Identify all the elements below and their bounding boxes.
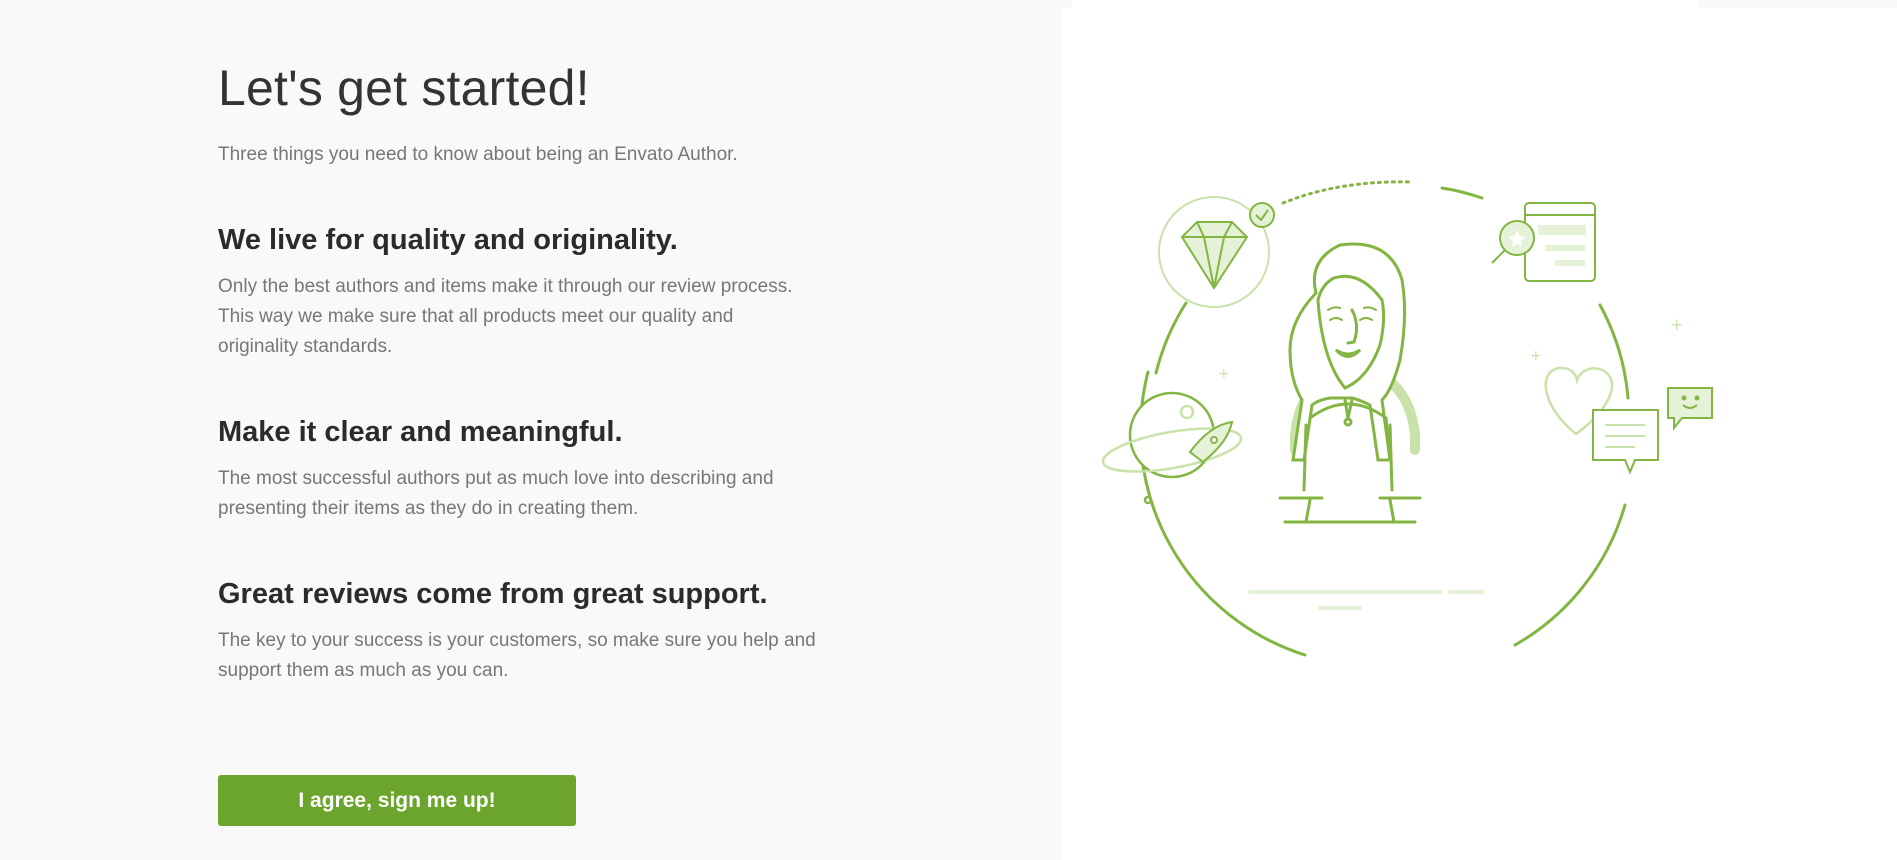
page: Let's get started! Three things you need… [0,0,1897,860]
svg-text:+: + [1670,315,1683,334]
svg-text:+: + [1218,366,1230,382]
orbit-arc [1598,303,1630,400]
author-figure [1278,242,1422,524]
orbit-arc [1154,301,1188,375]
section-clarity: Make it clear and meaningful. The most s… [218,414,858,524]
section-text: Only the best authors and items make it … [218,272,858,362]
checkmark-icon [1249,202,1275,228]
sparkles: + + + [1218,315,1683,382]
section-text-line: support them as much as you can. [218,660,509,681]
section-text-line: Only the best authors and items make it … [218,276,793,297]
page-title: Let's get started! [218,60,590,116]
section-text: The key to your success is your customer… [218,626,858,686]
chat-bubble-icon [1592,409,1659,475]
section-heading: We live for quality and originality. [218,224,678,256]
orbit-arc [1440,186,1484,200]
smiley-chat-icon [1667,387,1713,431]
section-text-line: The most successful authors put as much … [218,468,774,489]
panel-edge [1062,0,1072,8]
section-support: Great reviews come from great support. T… [218,576,858,686]
planet-icon [1101,391,1243,505]
section-text-line: presenting their items as they do in cre… [218,498,639,519]
magnifier-icon [1491,202,1596,282]
svg-text:+: + [1530,348,1542,364]
section-text-line: The key to your success is your customer… [218,630,816,651]
section-heading: Great reviews come from great support. [218,578,768,610]
section-text: The most successful authors put as much … [218,464,858,524]
info-content: Let's get started! Three things you need… [218,58,858,686]
section-quality: We live for quality and originality. Onl… [218,222,858,362]
desk [1248,590,1484,610]
agree-signup-button[interactable]: I agree, sign me up! [218,775,576,826]
author-avatar-illustration: + + + [1101,180,1713,657]
orbit-arc [1513,503,1627,647]
panel-edge [1698,0,1897,8]
dotted-arc [1281,180,1414,205]
info-panel: Let's get started! Three things you need… [0,0,1062,860]
page-subtitle: Three things you need to know about bein… [218,144,738,165]
section-text-line: This way we make sure that all products … [218,306,734,327]
section-text-line: originality standards. [218,336,393,357]
section-heading: Make it clear and meaningful. [218,416,623,448]
